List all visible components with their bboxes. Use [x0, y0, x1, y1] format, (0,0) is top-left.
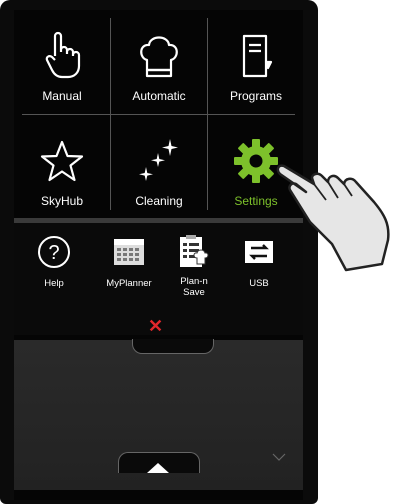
expand-tab-button[interactable] [118, 452, 200, 473]
question-icon: ? [37, 235, 71, 272]
close-panel-button[interactable]: ✕ [148, 317, 163, 335]
automatic-button[interactable]: Automatic [111, 10, 207, 115]
skyhub-label: SkyHub [40, 194, 84, 208]
plan-n-save-button[interactable]: Plan-n Save [159, 234, 229, 298]
programs-label: Programs [229, 89, 282, 103]
myplanner-button[interactable]: MyPlanner [94, 235, 164, 289]
cleaning-label: Cleaning [135, 194, 183, 208]
cleaning-button[interactable]: Cleaning [111, 115, 207, 220]
sparkle-icon [136, 137, 182, 194]
arrow-up-icon [147, 460, 169, 478]
svg-text:?: ? [48, 242, 59, 264]
automatic-label: Automatic [132, 89, 186, 103]
hand-pointer-icon [42, 30, 82, 89]
chef-hat-icon [137, 32, 181, 89]
help-label: Help [44, 278, 64, 289]
myplanner-label: MyPlanner [106, 278, 152, 289]
manual-button[interactable]: Manual [14, 10, 110, 115]
clipboard-icon [177, 234, 211, 273]
pointing-hand-icon [270, 160, 394, 277]
manual-label: Manual [42, 89, 82, 103]
chevron-down-icon[interactable] [272, 448, 286, 466]
programs-button[interactable]: Programs [208, 10, 304, 115]
help-button[interactable]: ? Help [19, 235, 89, 289]
plan-n-save-label: Plan-n Save [180, 276, 208, 298]
skyhub-button[interactable]: SkyHub [14, 115, 110, 220]
panel-top-tab [132, 339, 214, 354]
book-icon [236, 32, 276, 89]
usb-label: USB [249, 278, 269, 289]
calendar-icon [113, 238, 145, 269]
star-icon [39, 139, 85, 194]
